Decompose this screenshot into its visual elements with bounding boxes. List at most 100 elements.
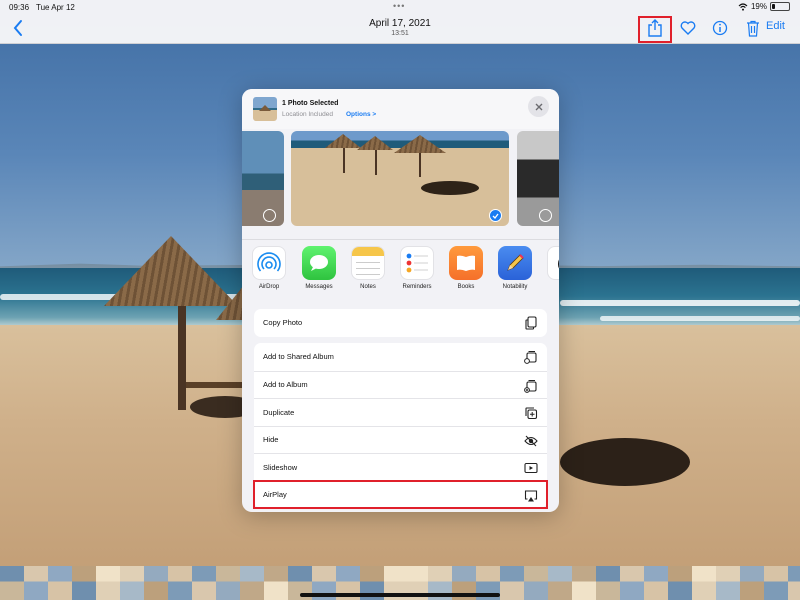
close-button[interactable] bbox=[528, 96, 549, 117]
filmstrip-thumbnail[interactable] bbox=[524, 566, 548, 600]
copy-photo-action[interactable]: Copy Photo bbox=[254, 309, 547, 337]
filmstrip-thumbnail[interactable] bbox=[96, 566, 120, 600]
share-apps-row: AirDrop Messages Notes Reminders Books N… bbox=[242, 239, 559, 299]
filmstrip-thumbnail[interactable] bbox=[716, 566, 740, 600]
album-icon bbox=[524, 379, 537, 393]
airplay-highlight bbox=[253, 480, 548, 509]
selected-photo-thumbnail bbox=[253, 97, 277, 121]
filmstrip-thumbnail[interactable] bbox=[740, 566, 764, 600]
notability-icon bbox=[498, 246, 532, 280]
favorite-button[interactable] bbox=[674, 14, 702, 42]
back-chevron-icon[interactable] bbox=[10, 18, 26, 38]
info-icon bbox=[712, 20, 728, 36]
filmstrip-thumbnail[interactable] bbox=[644, 566, 668, 600]
shared-album-icon bbox=[524, 351, 537, 364]
share-sheet: 1 Photo Selected Location Included Optio… bbox=[242, 89, 559, 512]
books-icon bbox=[449, 246, 483, 280]
shadow bbox=[421, 181, 479, 195]
add-to-shared-album-action[interactable]: Add to Shared Album bbox=[254, 343, 547, 371]
duplicate-icon bbox=[525, 407, 538, 420]
messages-icon bbox=[302, 246, 336, 280]
share-sheet-header: 1 Photo Selected Location Included Optio… bbox=[242, 89, 559, 129]
photo-thumbnail[interactable] bbox=[242, 131, 284, 226]
selection-title: 1 Photo Selected bbox=[282, 100, 339, 107]
wave-foam bbox=[560, 300, 800, 306]
filmstrip-thumbnail[interactable] bbox=[264, 566, 288, 600]
airdrop-icon bbox=[252, 246, 286, 280]
hide-action[interactable]: Hide bbox=[254, 425, 547, 454]
action-group-primary: Copy Photo bbox=[254, 309, 547, 337]
app-notability[interactable]: Notability bbox=[493, 246, 537, 290]
reminders-icon bbox=[400, 246, 434, 280]
filmstrip-thumbnail[interactable] bbox=[144, 566, 168, 600]
slideshow-action[interactable]: Slideshow bbox=[254, 453, 547, 481]
duplicate-action[interactable]: Duplicate bbox=[254, 398, 547, 426]
page-subtitle: 13:51 bbox=[391, 30, 409, 37]
options-link[interactable]: Options > bbox=[346, 111, 376, 118]
action-label: Add to Shared Album bbox=[263, 352, 334, 362]
copy-icon bbox=[525, 316, 537, 330]
page-title: April 17, 2021 bbox=[369, 18, 431, 29]
app-notes[interactable]: Notes bbox=[346, 246, 390, 290]
bench bbox=[186, 382, 242, 388]
location-included-label: Location Included bbox=[282, 111, 333, 118]
share-button-highlight bbox=[638, 16, 672, 43]
unselected-circle-icon[interactable] bbox=[263, 209, 276, 222]
app-messages[interactable]: Messages bbox=[297, 246, 341, 290]
filmstrip-thumbnail[interactable] bbox=[72, 566, 96, 600]
app-reminders[interactable]: Reminders bbox=[395, 246, 439, 290]
filmstrip-thumbnail[interactable] bbox=[548, 566, 572, 600]
action-label: Duplicate bbox=[263, 407, 295, 417]
filmstrip-thumbnail[interactable] bbox=[216, 566, 240, 600]
app-airdrop[interactable]: AirDrop bbox=[247, 246, 291, 290]
edit-button[interactable]: Edit bbox=[766, 20, 785, 32]
wifi-icon bbox=[738, 2, 748, 11]
filmstrip-thumbnail[interactable] bbox=[168, 566, 192, 600]
heart-icon bbox=[680, 21, 696, 35]
filmstrip-thumbnail[interactable] bbox=[596, 566, 620, 600]
selected-checkmark-icon[interactable] bbox=[489, 209, 502, 222]
photo-picker-strip bbox=[242, 129, 559, 227]
action-label: Copy Photo bbox=[263, 318, 303, 328]
home-indicator bbox=[300, 593, 500, 597]
action-label: Add to Album bbox=[263, 380, 308, 390]
eye-icon bbox=[524, 435, 538, 446]
battery-icon bbox=[770, 2, 790, 11]
filmstrip-thumbnail[interactable] bbox=[692, 566, 716, 600]
delete-button[interactable] bbox=[739, 14, 767, 42]
photo-thumbnail[interactable] bbox=[517, 131, 559, 226]
filmstrip-thumbnail[interactable] bbox=[192, 566, 216, 600]
filmstrip-thumbnail[interactable] bbox=[788, 566, 800, 600]
play-icon bbox=[524, 462, 538, 474]
umbrella-pole bbox=[178, 300, 186, 410]
trash-icon bbox=[747, 20, 759, 37]
penguin-app-icon bbox=[547, 246, 559, 280]
filmstrip-thumbnail[interactable] bbox=[572, 566, 596, 600]
filmstrip-thumbnail[interactable] bbox=[0, 566, 24, 600]
wave-foam bbox=[600, 316, 800, 321]
filmstrip-thumbnail[interactable] bbox=[48, 566, 72, 600]
top-toolbar: 09:36 Tue Apr 12 ••• 19% April 17, 2021 … bbox=[0, 0, 800, 44]
notes-icon bbox=[351, 246, 385, 280]
close-icon bbox=[535, 103, 542, 110]
action-label: Hide bbox=[263, 435, 279, 445]
status-date: Tue Apr 12 bbox=[36, 3, 75, 12]
filmstrip-thumbnail[interactable] bbox=[240, 566, 264, 600]
filmstrip-thumbnail[interactable] bbox=[764, 566, 788, 600]
filmstrip-thumbnail[interactable] bbox=[24, 566, 48, 600]
filmstrip-thumbnail[interactable] bbox=[668, 566, 692, 600]
action-label: Slideshow bbox=[263, 462, 298, 472]
add-to-album-action[interactable]: Add to Album bbox=[254, 370, 547, 399]
photo-thumbnail-selected[interactable] bbox=[291, 131, 509, 226]
filmstrip-thumbnail[interactable] bbox=[620, 566, 644, 600]
umbrella-shadow bbox=[560, 438, 690, 486]
unselected-circle-icon[interactable] bbox=[539, 209, 552, 222]
info-button[interactable] bbox=[706, 14, 734, 42]
multitasking-dots-icon[interactable]: ••• bbox=[393, 1, 405, 11]
app-books[interactable]: Books bbox=[444, 246, 488, 290]
status-time: 09:36 bbox=[9, 3, 30, 12]
battery-percent: 19% bbox=[750, 2, 767, 11]
filmstrip-thumbnail[interactable] bbox=[500, 566, 524, 600]
app-partial[interactable] bbox=[542, 246, 559, 280]
filmstrip-thumbnail[interactable] bbox=[120, 566, 144, 600]
